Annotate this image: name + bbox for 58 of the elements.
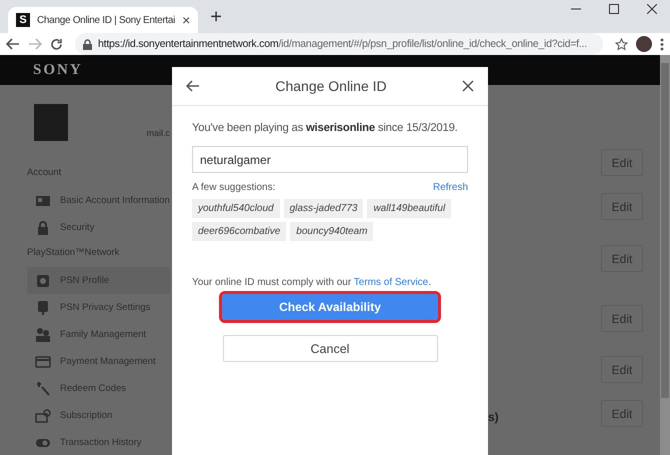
lock-icon: [83, 38, 92, 50]
suggestion-chip[interactable]: youthful540cloud: [192, 199, 280, 218]
suggestion-chip[interactable]: wall149beautiful: [367, 199, 452, 218]
close-icon[interactable]: [462, 80, 474, 92]
sidebar-item[interactable]: Subscription: [0, 402, 170, 429]
maximize-icon[interactable]: [609, 4, 619, 14]
back-arrow-icon[interactable]: [186, 80, 200, 92]
menu-item-icon: [35, 272, 51, 288]
address-bar[interactable]: https://id.sonyentertainmentnetwork.com/id/management/#/p/psn_profile/list/online_id/check_online_id?cid=f...: [75, 33, 603, 55]
menu-item-icon: [35, 300, 51, 316]
sidebar-item[interactable]: PSN Privacy Settings: [0, 294, 170, 321]
online-id-field[interactable]: neturalgamer: [192, 146, 468, 173]
edit-button[interactable]: Edit: [601, 400, 643, 427]
avatar-icon: [34, 104, 68, 141]
check-availability-button[interactable]: Check Availability: [222, 294, 438, 320]
tab-title[interactable]: Change Online ID | Sony Entertai: [37, 14, 176, 26]
edit-button[interactable]: Edit: [601, 305, 643, 332]
close-icon[interactable]: [647, 4, 657, 14]
edit-button[interactable]: Edit: [601, 245, 643, 272]
edit-button[interactable]: Edit: [601, 356, 643, 383]
section-heading: Account: [27, 167, 62, 178]
edit-button[interactable]: Edit: [601, 149, 643, 176]
edit-button[interactable]: Edit: [601, 193, 643, 220]
suggestion-chip[interactable]: glass-jaded773: [284, 199, 364, 218]
sidebar-item[interactable]: Basic Account Information: [0, 187, 170, 214]
scrollbar[interactable]: [660, 55, 670, 455]
menu-item-icon: [35, 380, 51, 396]
sidebar-item[interactable]: Redeem Codes: [0, 375, 170, 402]
url-text: https://id.sonyentertainmentnetwork.com/id/management/#/p/psn_profile/list/online_id/check_online_id?cid=f...: [98, 38, 587, 50]
menu-item-icon: [35, 408, 51, 424]
profile-avatar-icon[interactable]: [636, 36, 652, 52]
sidebar-item[interactable]: Transaction History: [0, 429, 170, 455]
terms-text: Your online ID must comply with our Terms of Service.: [192, 277, 432, 288]
refresh-link[interactable]: Refresh: [432, 182, 468, 193]
brand-logo[interactable]: SONY: [33, 62, 83, 78]
suggestion-chip[interactable]: bouncy940team: [290, 222, 374, 241]
menu-item-icon: [35, 354, 51, 370]
star-icon[interactable]: [615, 38, 628, 50]
section-heading: PlayStation™Network: [27, 247, 120, 258]
sidebar-item[interactable]: Family Management: [0, 321, 170, 348]
reload-icon[interactable]: [50, 38, 63, 50]
menu-item-icon: [35, 220, 51, 236]
site-favicon: S: [16, 13, 30, 27]
cancel-button[interactable]: Cancel: [222, 335, 438, 362]
intro-text: You've been playing as wiserisonline since 15/3/2019.: [192, 122, 459, 134]
row-text: s): [488, 410, 499, 424]
suggestions-label: A few suggestions:: [192, 182, 276, 193]
back-arrow-icon[interactable]: [6, 38, 20, 50]
more-menu-icon[interactable]: [660, 38, 664, 50]
menu-item-icon: [35, 326, 51, 342]
terms-link[interactable]: Terms of Service: [354, 277, 428, 288]
tab-close-button[interactable]: ×: [182, 12, 190, 28]
sidebar-item[interactable]: Payment Management: [0, 348, 170, 375]
email-text: mail.c: [146, 128, 170, 138]
new-tab-button[interactable]: +: [210, 6, 222, 28]
dialog-title: Change Online ID: [275, 78, 387, 94]
suggestion-chip[interactable]: deer696combative: [192, 222, 286, 241]
sidebar-item[interactable]: Security: [0, 214, 170, 241]
